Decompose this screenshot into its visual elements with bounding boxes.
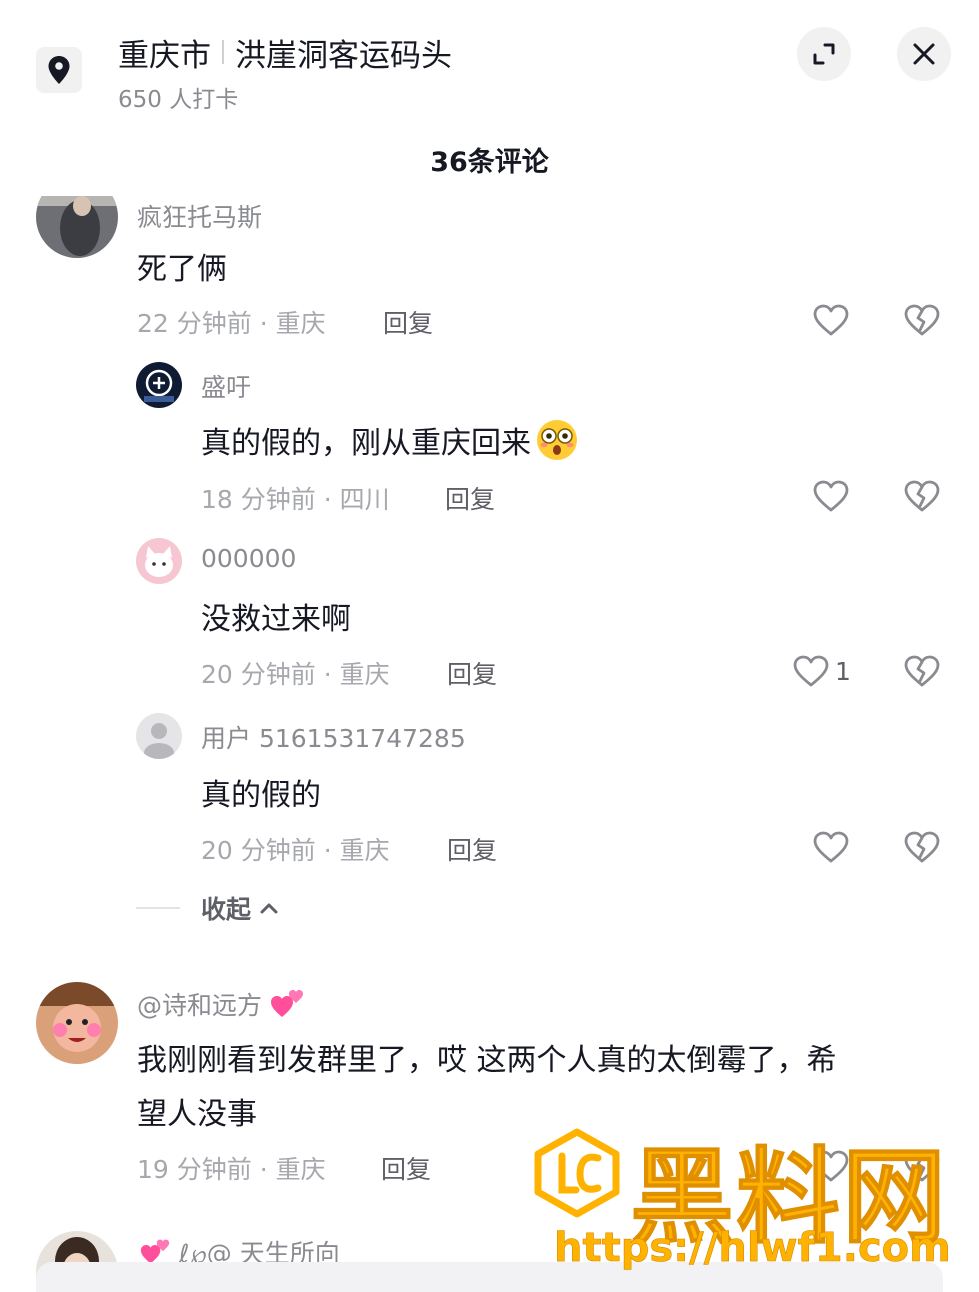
comments-count-title: 36条评论 — [430, 147, 549, 178]
location-badge — [36, 47, 82, 93]
comment-meta: 20 分钟前 · 重庆 — [201, 836, 390, 865]
like-count: 1 — [835, 656, 851, 686]
comment-text-line2: 望人没事 — [137, 1097, 257, 1132]
reply-button[interactable]: 回复 — [445, 480, 495, 516]
comment-username[interactable]: 疯狂托马斯 — [137, 198, 262, 234]
flushed-emoji-icon — [537, 420, 577, 460]
avatar[interactable] — [136, 713, 182, 759]
expand-icon — [813, 43, 835, 65]
avatar[interactable] — [136, 362, 182, 408]
avatar[interactable] — [136, 538, 182, 584]
watermark-url: https://hlwf1.com — [554, 1225, 951, 1272]
comment-meta: 22 分钟前 · 重庆 — [137, 309, 326, 338]
avatar[interactable] — [36, 982, 118, 1064]
dislike-button[interactable] — [901, 475, 943, 517]
like-button[interactable]: 1 — [793, 650, 851, 692]
like-button[interactable] — [810, 475, 852, 517]
dislike-button[interactable] — [901, 299, 943, 341]
heart-icon — [813, 831, 849, 863]
comment-username[interactable]: 000000 — [201, 544, 296, 573]
chevron-up-icon — [260, 903, 278, 914]
heart-icon — [813, 304, 849, 336]
location-title[interactable]: 重庆市 洪崖洞客运码头 — [118, 30, 452, 75]
city-name: 重庆市 — [118, 38, 211, 74]
broken-heart-icon — [904, 655, 940, 687]
checkin-count: 650 人打卡 — [118, 87, 239, 113]
close-icon — [913, 43, 935, 65]
like-button[interactable] — [810, 826, 852, 868]
reply-button[interactable]: 回复 — [381, 1150, 431, 1186]
watermark-logo-icon — [534, 1128, 620, 1218]
broken-heart-icon — [904, 831, 940, 863]
collapse-replies-button[interactable]: 收起 — [201, 890, 279, 926]
comment-username[interactable]: 盛吁 — [201, 368, 251, 404]
two-hearts-icon — [271, 990, 304, 1017]
heart-icon — [793, 655, 829, 687]
place-name: 洪崖洞客运码头 — [235, 38, 452, 74]
comment-text: 没救过来啊 — [201, 602, 351, 637]
reply-button[interactable]: 回复 — [447, 831, 497, 867]
like-button[interactable] — [810, 299, 852, 341]
comment-text: 真的假的，刚从重庆回来 — [201, 426, 531, 461]
comment-username[interactable]: 用户 5161531747285 — [201, 719, 466, 755]
comment-text-row: 真的假的，刚从重庆回来 — [201, 418, 579, 462]
avatar[interactable] — [36, 196, 118, 258]
broken-heart-icon — [904, 304, 940, 336]
broken-heart-icon — [904, 480, 940, 512]
comment-meta: 18 分钟前 · 四川 — [201, 485, 390, 514]
heart-icon — [813, 480, 849, 512]
collapse-divider — [136, 907, 180, 909]
reply-button[interactable]: 回复 — [383, 304, 433, 340]
comment-username-row[interactable]: @诗和远方 — [137, 986, 306, 1022]
comment-username: @诗和远方 — [137, 991, 263, 1020]
comment-meta: 19 分钟前 · 重庆 — [137, 1155, 326, 1184]
close-button[interactable] — [897, 27, 951, 81]
dislike-button[interactable] — [901, 826, 943, 868]
location-pin-icon — [48, 56, 70, 84]
dislike-button[interactable] — [901, 650, 943, 692]
comment-text: 我刚刚看到发群里了，哎 这两个人真的太倒霉了，希 — [137, 1043, 837, 1078]
reply-button[interactable]: 回复 — [447, 655, 497, 691]
collapse-label: 收起 — [201, 895, 252, 924]
expand-button[interactable] — [797, 27, 851, 81]
comment-text: 死了俩 — [137, 252, 227, 287]
comment-text: 真的假的 — [201, 778, 321, 813]
comment-meta: 20 分钟前 · 重庆 — [201, 660, 390, 689]
title-divider — [222, 40, 224, 64]
